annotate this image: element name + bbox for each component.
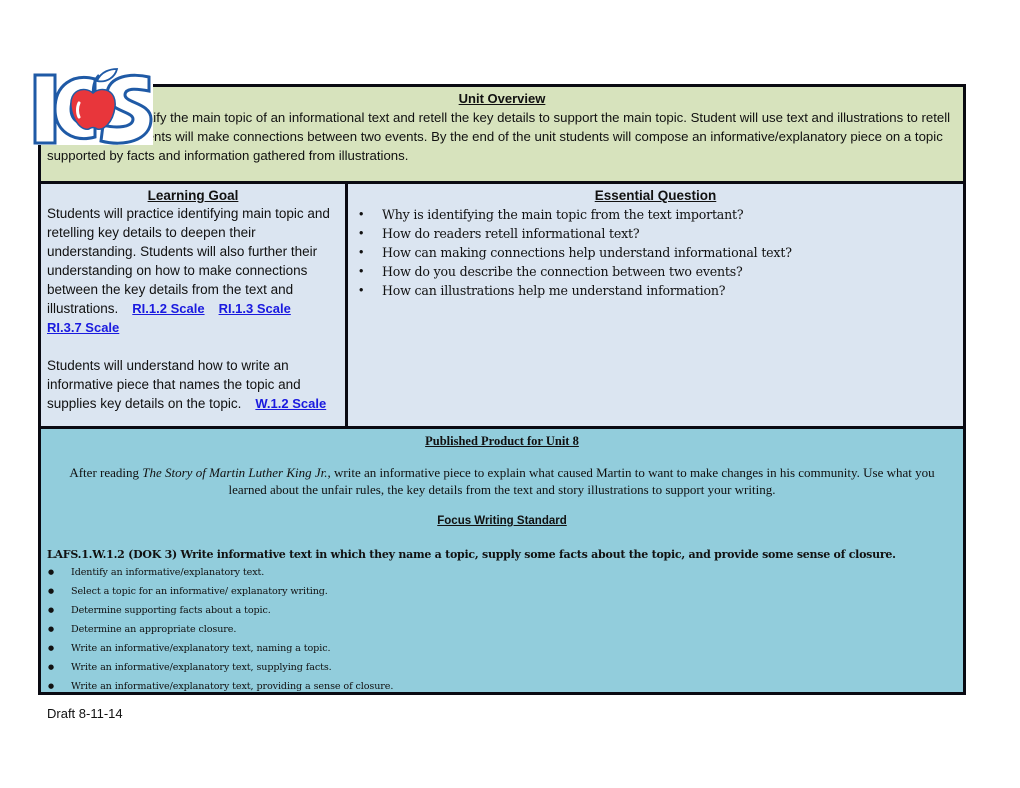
w-1-2-scale-link[interactable]: W.1.2 Scale (255, 396, 326, 411)
essential-question-title: Essential Question (594, 188, 717, 203)
draft-label: Draft 8-11-14 (47, 706, 123, 721)
unit-overview-title: Unit Overview (458, 91, 546, 106)
learning-goal-paragraph-1: Students will practice identifying main … (47, 204, 339, 337)
writing-skill-item: Write an informative/explanatory text, s… (47, 658, 957, 677)
unit-overview-text: Students will identify the main topic of… (47, 110, 951, 163)
essential-question-section: Essential Question Why is identifying th… (348, 184, 963, 426)
unit-plan-table: Unit Overview Students will identify the… (38, 84, 966, 696)
essential-question-item: How can making connections help understa… (354, 243, 957, 262)
published-product-section: Published Product for Unit 8 After readi… (41, 429, 963, 696)
published-product-body: write an informative piece to explain wh… (228, 465, 935, 497)
essential-question-item: Why is identifying the main topic from t… (354, 205, 957, 224)
essential-question-item: How do you describe the connection betwe… (354, 262, 957, 281)
writing-skill-item: Select a topic for an informative/ expla… (47, 582, 957, 601)
published-product-text: After reading The Story of Martin Luther… (47, 465, 957, 498)
unit-overview-section: Unit Overview Students will identify the… (41, 87, 963, 184)
writing-skill-item: Determine supporting facts about a topic… (47, 601, 957, 620)
focus-writing-standard-title: Focus Writing Standard (437, 515, 567, 527)
published-product-title: Published Product for Unit 8 (425, 434, 579, 448)
learning-goal-title: Learning Goal (147, 188, 239, 203)
ri-1-2-scale-link[interactable]: RI.1.2 Scale (132, 301, 204, 316)
book-title: The Story of Martin Luther King Jr., (142, 465, 331, 480)
writing-skills-list: Identify an informative/explanatory text… (47, 563, 957, 696)
goal-question-row: Learning Goal Students will practice ide… (41, 184, 963, 429)
writing-skill-item: Determine an appropriate closure. (47, 620, 957, 639)
learning-goal-text-1: Students will practice identifying main … (47, 206, 330, 316)
writing-standard-text: LAFS.1.W.1.2 (DOK 3) Write informative t… (47, 548, 896, 561)
essential-question-list: Why is identifying the main topic from t… (354, 205, 957, 300)
ics-logo-graphic (33, 68, 153, 145)
writing-skill-item: Write an informative/explanatory text, n… (47, 639, 957, 658)
published-product-intro: After reading (69, 465, 143, 480)
essential-question-item: How can illustrations help me understand… (354, 281, 957, 300)
essential-question-item: How do readers retell informational text… (354, 224, 957, 243)
ri-3-7-scale-link[interactable]: RI.3.7 Scale (47, 320, 119, 335)
learning-goal-section: Learning Goal Students will practice ide… (41, 184, 348, 426)
writing-skill-item: Write an informative/explanatory text, p… (47, 677, 957, 696)
writing-skill-item: Identify an informative/explanatory text… (47, 563, 957, 582)
learning-goal-paragraph-2: Students will understand how to write an… (47, 356, 339, 413)
ics-logo (33, 67, 153, 145)
ri-1-3-scale-link[interactable]: RI.1.3 Scale (219, 301, 291, 316)
